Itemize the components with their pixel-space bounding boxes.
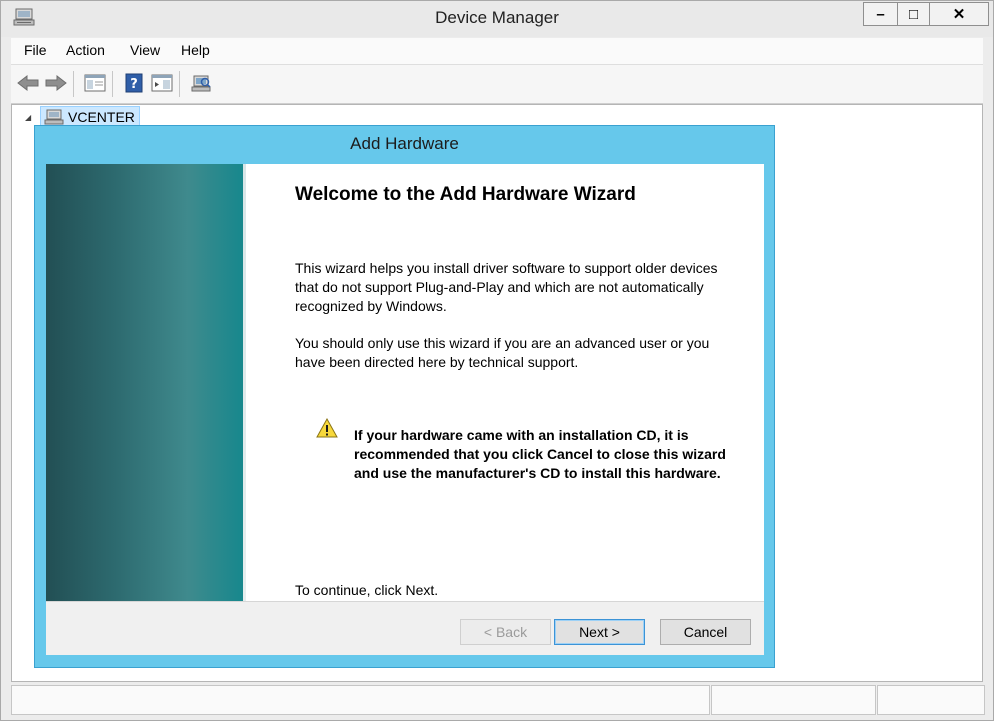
status-cell-3: [877, 685, 985, 715]
toolbar: ?: [11, 65, 983, 104]
collapse-arrow-icon[interactable]: ◢: [25, 113, 31, 122]
toolbar-separator: [179, 71, 180, 97]
maximize-button[interactable]: □: [897, 2, 930, 26]
cancel-button[interactable]: Cancel: [660, 619, 751, 645]
forward-button[interactable]: [44, 71, 68, 95]
toolbar-separator: [112, 71, 113, 97]
menu-action[interactable]: Action: [66, 42, 105, 58]
svg-text:?: ?: [130, 77, 138, 92]
device-manager-window: Device Manager – □ ✕ File Action View He…: [0, 0, 994, 721]
close-button[interactable]: ✕: [929, 2, 989, 26]
minimize-icon: –: [876, 5, 885, 23]
back-button[interactable]: < Back: [460, 619, 551, 645]
dialog-title[interactable]: Add Hardware: [35, 134, 774, 154]
maximize-icon: □: [908, 5, 919, 23]
help-button[interactable]: ?: [122, 71, 146, 95]
forward-arrow-icon: [45, 74, 67, 92]
wizard-advice-text: You should only use this wizard if you a…: [295, 335, 710, 370]
warning-icon: [316, 418, 338, 438]
warning-text: If your hardware came with an installati…: [354, 427, 726, 481]
tree-node-label: VCENTER: [68, 109, 135, 125]
menu-bar: File Action View Help: [11, 38, 983, 65]
close-icon: ✕: [952, 6, 966, 23]
menu-help[interactable]: Help: [181, 42, 210, 58]
window-title: Device Manager: [435, 8, 559, 27]
back-button[interactable]: [16, 71, 40, 95]
wizard-content: Welcome to the Add Hardware Wizard This …: [246, 164, 764, 601]
add-hardware-dialog: Add Hardware Welcome to the Add Hardware…: [34, 125, 775, 668]
title-bar[interactable]: Device Manager – □ ✕: [1, 1, 993, 37]
wizard-intro-text: This wizard helps you install driver sof…: [295, 260, 718, 314]
next-button[interactable]: Next >: [554, 619, 645, 645]
scan-hardware-icon: [191, 75, 211, 92]
properties-pane-icon: [151, 74, 173, 92]
dialog-button-bar: < Back Next > Cancel: [46, 601, 764, 655]
continue-hint: To continue, click Next.: [295, 582, 439, 598]
back-arrow-icon: [17, 74, 39, 92]
scan-hardware-button[interactable]: [189, 71, 213, 95]
menu-view[interactable]: View: [130, 42, 160, 58]
menu-file[interactable]: File: [24, 42, 47, 58]
show-hide-tree-icon: [84, 74, 106, 92]
minimize-button[interactable]: –: [863, 2, 898, 26]
wizard-banner: [46, 164, 246, 601]
wizard-heading: Welcome to the Add Hardware Wizard: [295, 184, 636, 205]
status-bar: [11, 685, 985, 715]
help-icon: ?: [125, 73, 143, 93]
toolbar-separator: [73, 71, 74, 97]
properties-pane-button[interactable]: [150, 71, 174, 95]
status-cell-main: [11, 685, 710, 715]
computer-icon: [44, 109, 64, 125]
show-hide-tree-button[interactable]: [83, 71, 107, 95]
status-cell-2: [711, 685, 876, 715]
